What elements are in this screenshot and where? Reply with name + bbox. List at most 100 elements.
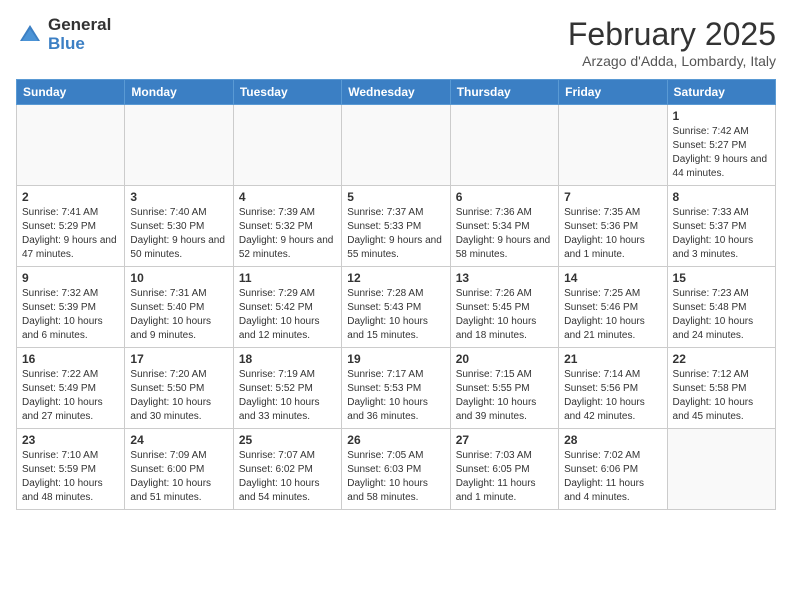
calendar-cell <box>233 105 341 186</box>
weekday-header: Friday <box>559 80 667 105</box>
day-info: Sunrise: 7:32 AMSunset: 5:39 PMDaylight:… <box>22 287 119 343</box>
day-number: 4 <box>239 190 336 204</box>
day-number: 27 <box>456 433 553 447</box>
calendar-cell: 10 Sunrise: 7:31 AMSunset: 5:40 PMDayligh… <box>125 267 233 348</box>
day-number: 20 <box>456 352 553 366</box>
day-number: 7 <box>564 190 661 204</box>
day-number: 16 <box>22 352 119 366</box>
logo-blue: Blue <box>48 35 111 54</box>
calendar-cell: 18 Sunrise: 7:19 AMSunset: 5:52 PMDayligh… <box>233 348 341 429</box>
day-number: 10 <box>130 271 227 285</box>
calendar-cell: 27Sunrise: 7:03 AMSunset: 6:05 PMDayligh… <box>450 429 558 510</box>
day-number: 28 <box>564 433 661 447</box>
calendar-cell: 19 Sunrise: 7:17 AMSunset: 5:53 PMDayligh… <box>342 348 450 429</box>
day-info: Sunrise: 7:26 AMSunset: 5:45 PMDaylight:… <box>456 287 553 343</box>
day-number: 6 <box>456 190 553 204</box>
day-info: Sunrise: 7:15 AMSunset: 5:55 PMDaylight:… <box>456 368 553 424</box>
day-number: 25 <box>239 433 336 447</box>
day-info: Sunrise: 7:28 AMSunset: 5:43 PMDaylight:… <box>347 287 444 343</box>
day-info: Sunrise: 7:14 AMSunset: 5:56 PMDaylight:… <box>564 368 661 424</box>
calendar-cell: 22Sunrise: 7:12 AMSunset: 5:58 PMDayligh… <box>667 348 775 429</box>
weekday-header: Monday <box>125 80 233 105</box>
calendar-cell: 1 Sunrise: 7:42 AMSunset: 5:27 PMDaylight… <box>667 105 775 186</box>
calendar-week-row: 16 Sunrise: 7:22 AMSunset: 5:49 PMDayligh… <box>17 348 776 429</box>
day-info: Sunrise: 7:41 AMSunset: 5:29 PMDaylight:… <box>22 206 119 262</box>
weekday-header: Tuesday <box>233 80 341 105</box>
day-number: 3 <box>130 190 227 204</box>
calendar-cell: 17Sunrise: 7:20 AMSunset: 5:50 PMDayligh… <box>125 348 233 429</box>
day-info: Sunrise: 7:36 AMSunset: 5:34 PMDaylight:… <box>456 206 553 262</box>
logo-general: General <box>48 16 111 35</box>
calendar-cell: 13 Sunrise: 7:26 AMSunset: 5:45 PMDayligh… <box>450 267 558 348</box>
calendar-cell: 9Sunrise: 7:32 AMSunset: 5:39 PMDaylight… <box>17 267 125 348</box>
calendar-cell: 11 Sunrise: 7:29 AMSunset: 5:42 PMDayligh… <box>233 267 341 348</box>
calendar-week-row: 23 Sunrise: 7:10 AMSunset: 5:59 PMDayligh… <box>17 429 776 510</box>
weekday-row: SundayMondayTuesdayWednesdayThursdayFrid… <box>17 80 776 105</box>
day-info: Sunrise: 7:42 AMSunset: 5:27 PMDaylight:… <box>673 125 770 181</box>
calendar-subtitle: Arzago d'Adda, Lombardy, Italy <box>568 53 776 69</box>
day-number: 23 <box>22 433 119 447</box>
calendar-cell: 15 Sunrise: 7:23 AMSunset: 5:48 PMDayligh… <box>667 267 775 348</box>
day-info: Sunrise: 7:22 AMSunset: 5:49 PMDaylight:… <box>22 368 119 424</box>
calendar-cell <box>667 429 775 510</box>
calendar-cell: 23 Sunrise: 7:10 AMSunset: 5:59 PMDayligh… <box>17 429 125 510</box>
day-info: Sunrise: 7:09 AMSunset: 6:00 PMDaylight:… <box>130 449 227 505</box>
calendar-week-row: 9Sunrise: 7:32 AMSunset: 5:39 PMDaylight… <box>17 267 776 348</box>
day-number: 17 <box>130 352 227 366</box>
calendar-cell: 14 Sunrise: 7:25 AMSunset: 5:46 PMDayligh… <box>559 267 667 348</box>
calendar-cell: 2Sunrise: 7:41 AMSunset: 5:29 PMDaylight… <box>17 186 125 267</box>
calendar-cell: 16 Sunrise: 7:22 AMSunset: 5:49 PMDayligh… <box>17 348 125 429</box>
day-number: 18 <box>239 352 336 366</box>
day-info: Sunrise: 7:31 AMSunset: 5:40 PMDaylight:… <box>130 287 227 343</box>
calendar-cell: 7 Sunrise: 7:35 AMSunset: 5:36 PMDaylight… <box>559 186 667 267</box>
title-block: February 2025 Arzago d'Adda, Lombardy, I… <box>568 16 776 69</box>
calendar-cell: 8Sunrise: 7:33 AMSunset: 5:37 PMDaylight… <box>667 186 775 267</box>
day-info: Sunrise: 7:29 AMSunset: 5:42 PMDaylight:… <box>239 287 336 343</box>
weekday-header: Sunday <box>17 80 125 105</box>
day-number: 5 <box>347 190 444 204</box>
calendar-cell: 21 Sunrise: 7:14 AMSunset: 5:56 PMDayligh… <box>559 348 667 429</box>
day-info: Sunrise: 7:05 AMSunset: 6:03 PMDaylight:… <box>347 449 444 505</box>
day-info: Sunrise: 7:35 AMSunset: 5:36 PMDaylight:… <box>564 206 661 262</box>
calendar-cell: 5 Sunrise: 7:37 AMSunset: 5:33 PMDaylight… <box>342 186 450 267</box>
calendar-week-row: 2Sunrise: 7:41 AMSunset: 5:29 PMDaylight… <box>17 186 776 267</box>
calendar-cell: 6 Sunrise: 7:36 AMSunset: 5:34 PMDaylight… <box>450 186 558 267</box>
weekday-header: Saturday <box>667 80 775 105</box>
day-info: Sunrise: 7:33 AMSunset: 5:37 PMDaylight:… <box>673 206 770 262</box>
calendar-cell <box>17 105 125 186</box>
logo-text: General Blue <box>48 16 111 53</box>
day-info: Sunrise: 7:40 AMSunset: 5:30 PMDaylight:… <box>130 206 227 262</box>
weekday-header: Wednesday <box>342 80 450 105</box>
day-number: 14 <box>564 271 661 285</box>
day-number: 15 <box>673 271 770 285</box>
calendar-cell: 20 Sunrise: 7:15 AMSunset: 5:55 PMDayligh… <box>450 348 558 429</box>
calendar-cell <box>342 105 450 186</box>
day-number: 21 <box>564 352 661 366</box>
day-number: 19 <box>347 352 444 366</box>
calendar-header: SundayMondayTuesdayWednesdayThursdayFrid… <box>17 80 776 105</box>
day-number: 1 <box>673 109 770 123</box>
calendar-title: February 2025 <box>568 16 776 53</box>
day-info: Sunrise: 7:19 AMSunset: 5:52 PMDaylight:… <box>239 368 336 424</box>
weekday-header: Thursday <box>450 80 558 105</box>
calendar-cell: 25Sunrise: 7:07 AMSunset: 6:02 PMDayligh… <box>233 429 341 510</box>
calendar-cell: 28 Sunrise: 7:02 AMSunset: 6:06 PMDayligh… <box>559 429 667 510</box>
logo: General Blue <box>16 16 111 53</box>
day-info: Sunrise: 7:02 AMSunset: 6:06 PMDaylight:… <box>564 449 661 505</box>
day-info: Sunrise: 7:37 AMSunset: 5:33 PMDaylight:… <box>347 206 444 262</box>
day-info: Sunrise: 7:23 AMSunset: 5:48 PMDaylight:… <box>673 287 770 343</box>
calendar-cell <box>450 105 558 186</box>
page-header: General Blue February 2025 Arzago d'Adda… <box>16 16 776 69</box>
day-number: 26 <box>347 433 444 447</box>
calendar-cell <box>559 105 667 186</box>
day-info: Sunrise: 7:25 AMSunset: 5:46 PMDaylight:… <box>564 287 661 343</box>
calendar-cell: 4 Sunrise: 7:39 AMSunset: 5:32 PMDaylight… <box>233 186 341 267</box>
day-number: 13 <box>456 271 553 285</box>
day-number: 11 <box>239 271 336 285</box>
day-info: Sunrise: 7:10 AMSunset: 5:59 PMDaylight:… <box>22 449 119 505</box>
calendar-body: 1 Sunrise: 7:42 AMSunset: 5:27 PMDaylight… <box>17 105 776 510</box>
day-info: Sunrise: 7:39 AMSunset: 5:32 PMDaylight:… <box>239 206 336 262</box>
calendar-cell: 24Sunrise: 7:09 AMSunset: 6:00 PMDayligh… <box>125 429 233 510</box>
calendar-week-row: 1 Sunrise: 7:42 AMSunset: 5:27 PMDaylight… <box>17 105 776 186</box>
day-info: Sunrise: 7:17 AMSunset: 5:53 PMDaylight:… <box>347 368 444 424</box>
